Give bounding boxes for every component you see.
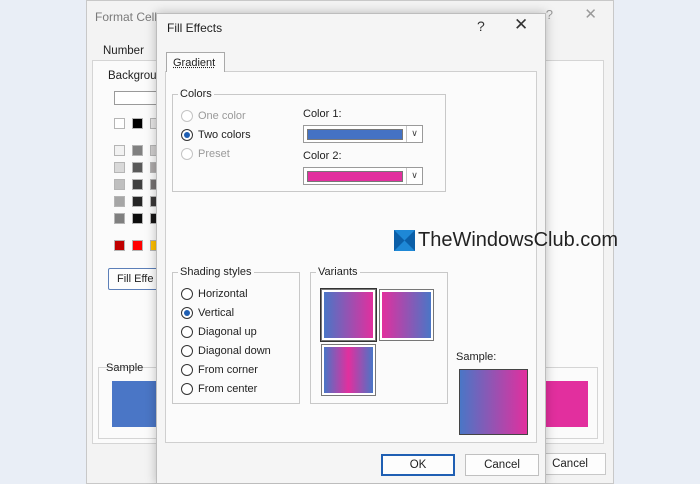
radio-circle <box>181 288 193 300</box>
radio-shading-vertical[interactable]: Vertical <box>181 305 234 321</box>
swatch[interactable] <box>132 162 143 173</box>
format-cells-title: Format Cells <box>95 10 164 24</box>
radio-shading-diagonal-up[interactable]: Diagonal up <box>181 324 257 340</box>
swatch[interactable] <box>132 145 143 156</box>
ok-button[interactable]: OK <box>381 454 455 476</box>
help-icon[interactable]: ? <box>546 7 553 22</box>
format-cells-sample-label: Sample <box>106 362 144 374</box>
radio-circle <box>181 110 193 122</box>
swatch[interactable] <box>114 213 125 224</box>
radio-preset[interactable]: Preset <box>181 146 230 162</box>
radio-circle <box>181 364 193 376</box>
sample-label: Sample: <box>456 351 497 363</box>
variants-group: Variants <box>310 266 448 404</box>
swatch[interactable] <box>132 240 143 251</box>
radio-one-color[interactable]: One color <box>181 108 246 124</box>
close-icon[interactable]: ✕ <box>514 15 528 35</box>
color2-swatch <box>307 171 403 182</box>
radio-shading-from-corner[interactable]: From corner <box>181 362 258 378</box>
radio-label: From center <box>198 383 258 395</box>
radio-label: From corner <box>198 364 258 376</box>
variant-3[interactable] <box>321 344 376 396</box>
radio-shading-diagonal-down[interactable]: Diagonal down <box>181 343 271 359</box>
gradient-panel: Colors One color Two colors Preset Color… <box>165 71 537 443</box>
colors-group-label: Colors <box>178 88 214 100</box>
windows-logo-icon <box>394 230 415 251</box>
variant-2[interactable] <box>379 289 434 341</box>
color1-dropdown[interactable]: ∨ <box>303 125 423 143</box>
color1-label: Color 1: <box>303 108 342 120</box>
sample-preview <box>459 369 528 435</box>
tab-gradient-label: Gradient <box>173 57 216 69</box>
close-icon[interactable]: ✕ <box>584 5 597 23</box>
background-color-label: Backgrou <box>108 70 157 82</box>
swatch[interactable] <box>114 162 125 173</box>
radio-shading-from-center[interactable]: From center <box>181 381 257 397</box>
radio-label: One color <box>198 110 246 122</box>
colors-group: Colors One color Two colors Preset Color… <box>172 88 446 192</box>
swatch[interactable] <box>114 179 125 190</box>
color1-swatch <box>307 129 403 140</box>
swatch[interactable] <box>132 179 143 190</box>
radio-circle <box>181 307 193 319</box>
radio-label: Diagonal up <box>198 326 257 338</box>
swatch[interactable] <box>132 118 143 129</box>
radio-label: Vertical <box>198 307 235 319</box>
swatch[interactable] <box>132 196 143 207</box>
help-icon[interactable]: ? <box>477 18 485 34</box>
fill-effects-title: Fill Effects <box>167 21 223 35</box>
fill-effects-button[interactable]: Fill Effe <box>108 268 158 290</box>
shading-styles-group: Shading styles Horizontal Vertical Diagona… <box>172 266 300 404</box>
chevron-down-icon: ∨ <box>406 168 422 184</box>
radio-label: Two colors <box>198 129 251 141</box>
format-cells-sample-left <box>112 381 156 427</box>
radio-shading-horizontal[interactable]: Horizontal <box>181 286 248 302</box>
radio-circle <box>181 345 193 357</box>
variant-fill <box>324 347 373 393</box>
tab-gradient[interactable]: Gradient <box>166 52 225 72</box>
variants-label: Variants <box>316 266 360 278</box>
swatch[interactable] <box>114 145 125 156</box>
radio-label: Horizontal <box>198 288 248 300</box>
shading-styles-label: Shading styles <box>178 266 254 278</box>
watermark-text: TheWindowsClub.com <box>418 229 619 251</box>
radio-two-colors[interactable]: Two colors <box>181 127 251 143</box>
radio-circle <box>181 129 193 141</box>
swatch[interactable] <box>114 240 125 251</box>
format-cells-sample-right <box>546 381 588 427</box>
variant-1[interactable] <box>320 288 377 342</box>
radio-circle <box>181 383 193 395</box>
color2-dropdown[interactable]: ∨ <box>303 167 423 185</box>
color2-label: Color 2: <box>303 150 342 162</box>
variant-fill <box>324 292 373 338</box>
radio-label: Diagonal down <box>198 345 271 357</box>
swatch[interactable] <box>132 213 143 224</box>
radio-circle <box>181 148 193 160</box>
watermark: TheWindowsClub.com <box>394 229 618 252</box>
swatch[interactable] <box>114 118 125 129</box>
variant-fill <box>382 292 431 338</box>
chevron-down-icon: ∨ <box>406 126 422 142</box>
radio-circle <box>181 326 193 338</box>
cancel-button[interactable]: Cancel <box>465 454 539 476</box>
no-color-button[interactable] <box>114 91 160 105</box>
swatch[interactable] <box>114 196 125 207</box>
radio-label: Preset <box>198 148 230 160</box>
